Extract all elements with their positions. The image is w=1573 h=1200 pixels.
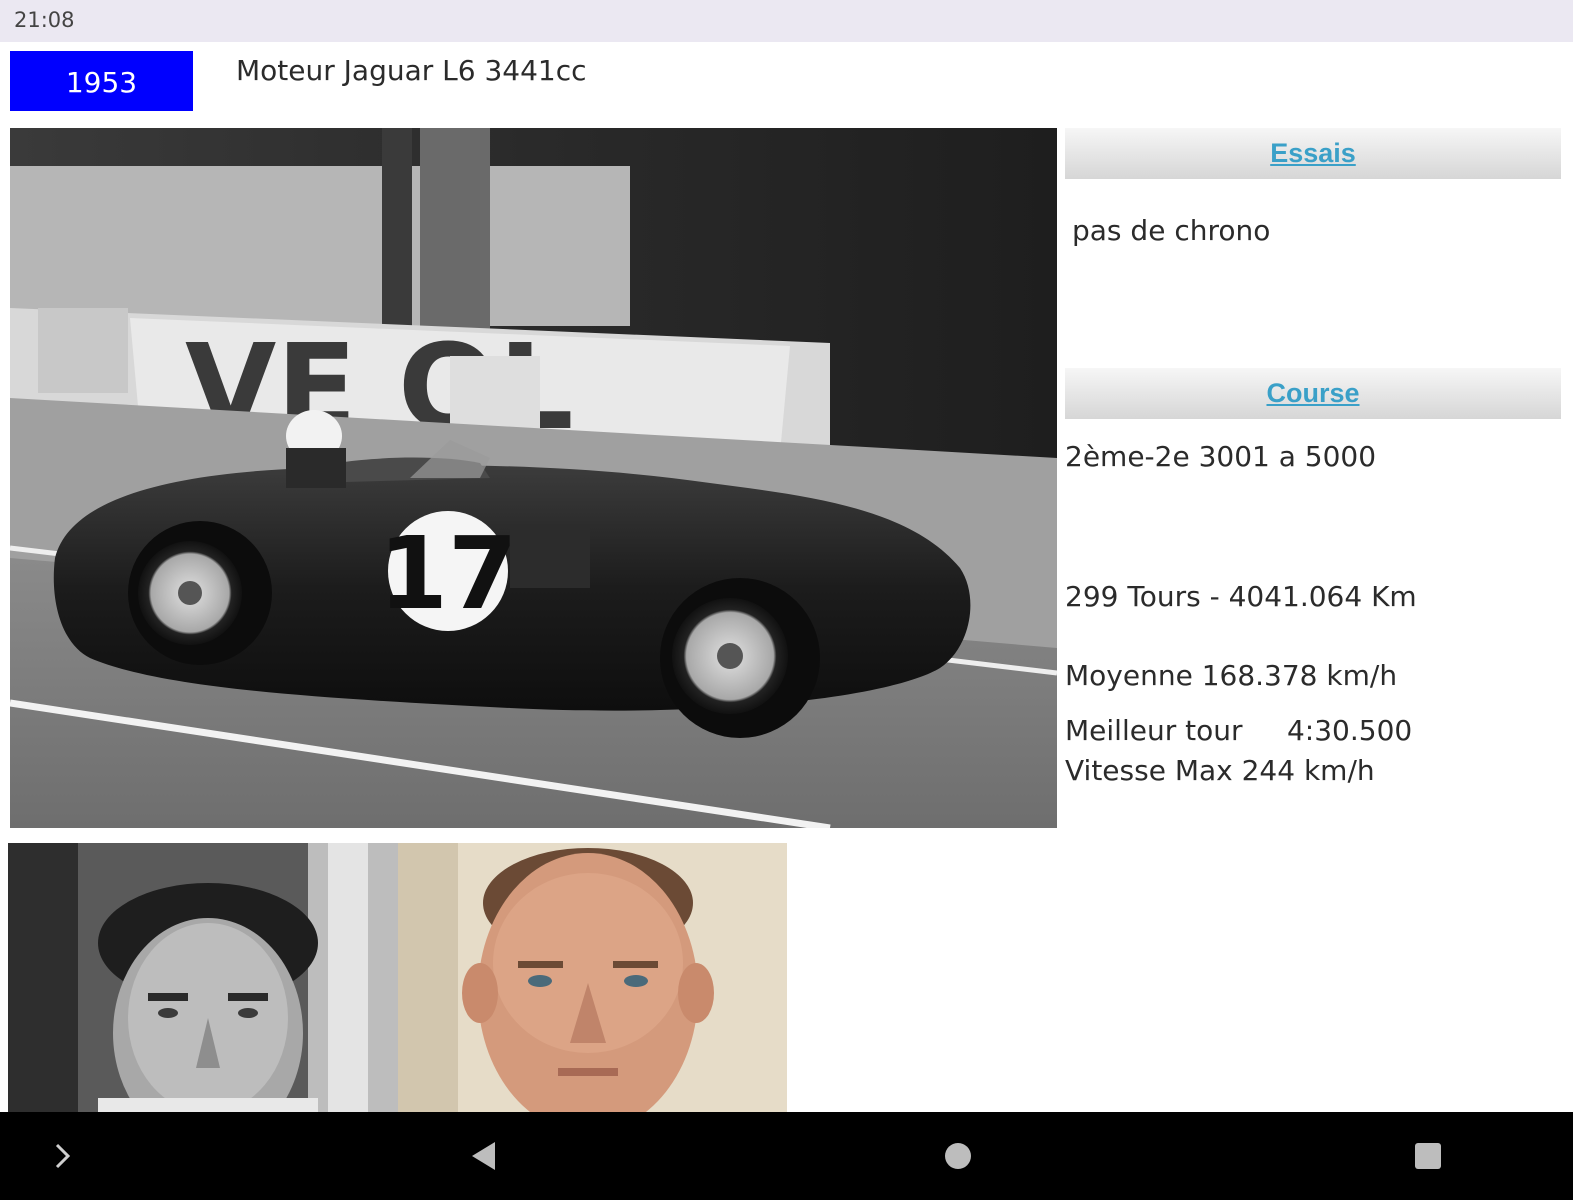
race-car-photo: VE OL 17 — [10, 128, 1057, 828]
status-time: 21:08 — [14, 8, 75, 32]
chevron-right-icon[interactable] — [36, 1130, 88, 1182]
essais-header[interactable]: Essais — [1065, 128, 1561, 179]
course-distance: 299 Tours - 4041.064 Km — [1065, 580, 1417, 613]
car-number: 17 — [378, 515, 517, 632]
course-position: 2ème-2e 3001 a 5000 — [1065, 440, 1377, 473]
course-header[interactable]: Course — [1065, 368, 1561, 419]
engine-label: Moteur Jaguar L6 3441cc — [236, 54, 587, 87]
course-title[interactable]: Course — [1266, 378, 1359, 409]
back-triangle-icon[interactable] — [458, 1130, 510, 1182]
recents-square-icon[interactable] — [1402, 1130, 1454, 1182]
status-bar: 21:08 — [0, 0, 1573, 42]
course-best-lap: Meilleur tour 4:30.500 — [1065, 714, 1413, 747]
driver-photo-1[interactable] — [8, 843, 398, 1112]
driver-photo-2[interactable] — [398, 843, 787, 1112]
navigation-bar — [0, 1112, 1573, 1200]
essais-result: pas de chrono — [1072, 214, 1271, 247]
course-max-speed: Vitesse Max 244 km/h — [1065, 754, 1375, 787]
essais-title[interactable]: Essais — [1270, 138, 1356, 169]
year-badge: 1953 — [10, 51, 193, 111]
home-circle-icon[interactable] — [932, 1130, 984, 1182]
course-average: Moyenne 168.378 km/h — [1065, 659, 1398, 692]
